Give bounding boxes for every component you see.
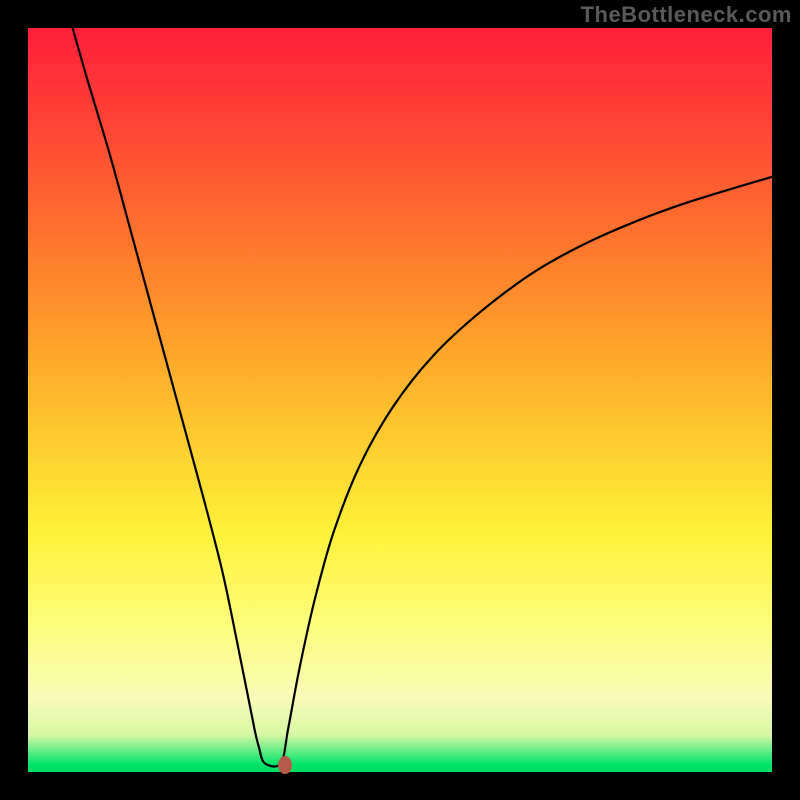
plot-area — [28, 28, 772, 772]
watermark-text: TheBottleneck.com — [581, 2, 792, 28]
chart-frame: TheBottleneck.com — [0, 0, 800, 800]
minimum-marker — [278, 756, 292, 774]
bottleneck-curve — [28, 28, 772, 772]
curve-path — [73, 28, 772, 766]
